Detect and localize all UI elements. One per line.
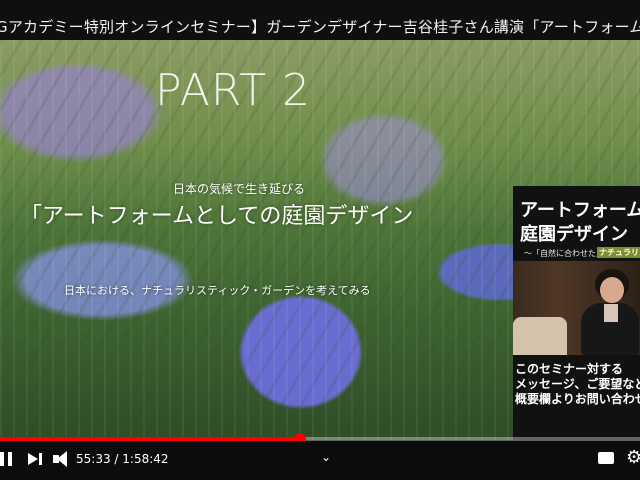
subtitles-icon[interactable] xyxy=(598,452,614,464)
panel-message-line-2: メッセージ、ご要望などは xyxy=(515,377,640,391)
volume-icon[interactable] xyxy=(53,450,73,468)
caption-line-3: 日本における、ナチュラリスティック・ガーデンを考えてみる xyxy=(64,284,371,297)
speaker-face xyxy=(600,277,624,303)
panel-subtitle-tag: ナチュラリスティ xyxy=(597,247,640,258)
panel-subtitle: ～「自然に合わせた」 xyxy=(524,249,604,258)
video-title[interactable]: Gアカデミー特別オンラインセミナー】ガーデンデザイナー吉谷桂子さん講演「アートフ… xyxy=(0,16,640,37)
pause-icon[interactable] xyxy=(0,450,14,468)
gear-icon[interactable]: ⚙ xyxy=(626,449,640,467)
caption-line-2: 「アートフォームとしての庭園デザイン xyxy=(20,204,414,229)
chevron-down-icon[interactable]: ⌄ xyxy=(321,451,331,463)
speaker-video xyxy=(513,261,640,355)
speaker-side-panel: アートフォームと 庭園デザイン ～「自然に合わせた」 ナチュラリスティ このセミ… xyxy=(513,186,640,469)
current-time: 55:33 xyxy=(76,452,111,466)
browser-video-screen: Gアカデミー特別オンラインセミナー】ガーデンデザイナー吉谷桂子さん講演「アートフ… xyxy=(0,0,640,480)
time-separator: / xyxy=(114,452,119,466)
speaker-collar xyxy=(604,304,618,322)
sofa-shape xyxy=(513,317,567,355)
panel-title-line-2: 庭園デザイン xyxy=(520,224,628,245)
panel-message-line-3: 概要欄よりお問い合わせ xyxy=(515,392,640,406)
panel-message: このセミナー対する メッセージ、ご要望などは 概要欄よりお問い合わせ xyxy=(515,362,640,407)
caption-line-1: 日本の気候で生き延びる xyxy=(173,182,306,196)
duration: 1:58:42 xyxy=(122,452,169,466)
part-title: PART 2 xyxy=(155,65,312,116)
time-display: 55:33 / 1:58:42 xyxy=(76,452,169,466)
panel-title-line-1: アートフォームと xyxy=(520,200,640,221)
video-title-bar: Gアカデミー特別オンラインセミナー】ガーデンデザイナー吉谷桂子さん講演「アートフ… xyxy=(0,0,640,40)
video-frame[interactable]: PART 2 日本の気候で生き延びる 「アートフォームとしての庭園デザイン 日本… xyxy=(0,40,640,469)
panel-message-line-1: このセミナー対する xyxy=(515,362,624,376)
next-icon[interactable] xyxy=(28,451,44,467)
player-controls: 55:33 / 1:58:42 ⌄ ⚙ xyxy=(0,441,640,480)
